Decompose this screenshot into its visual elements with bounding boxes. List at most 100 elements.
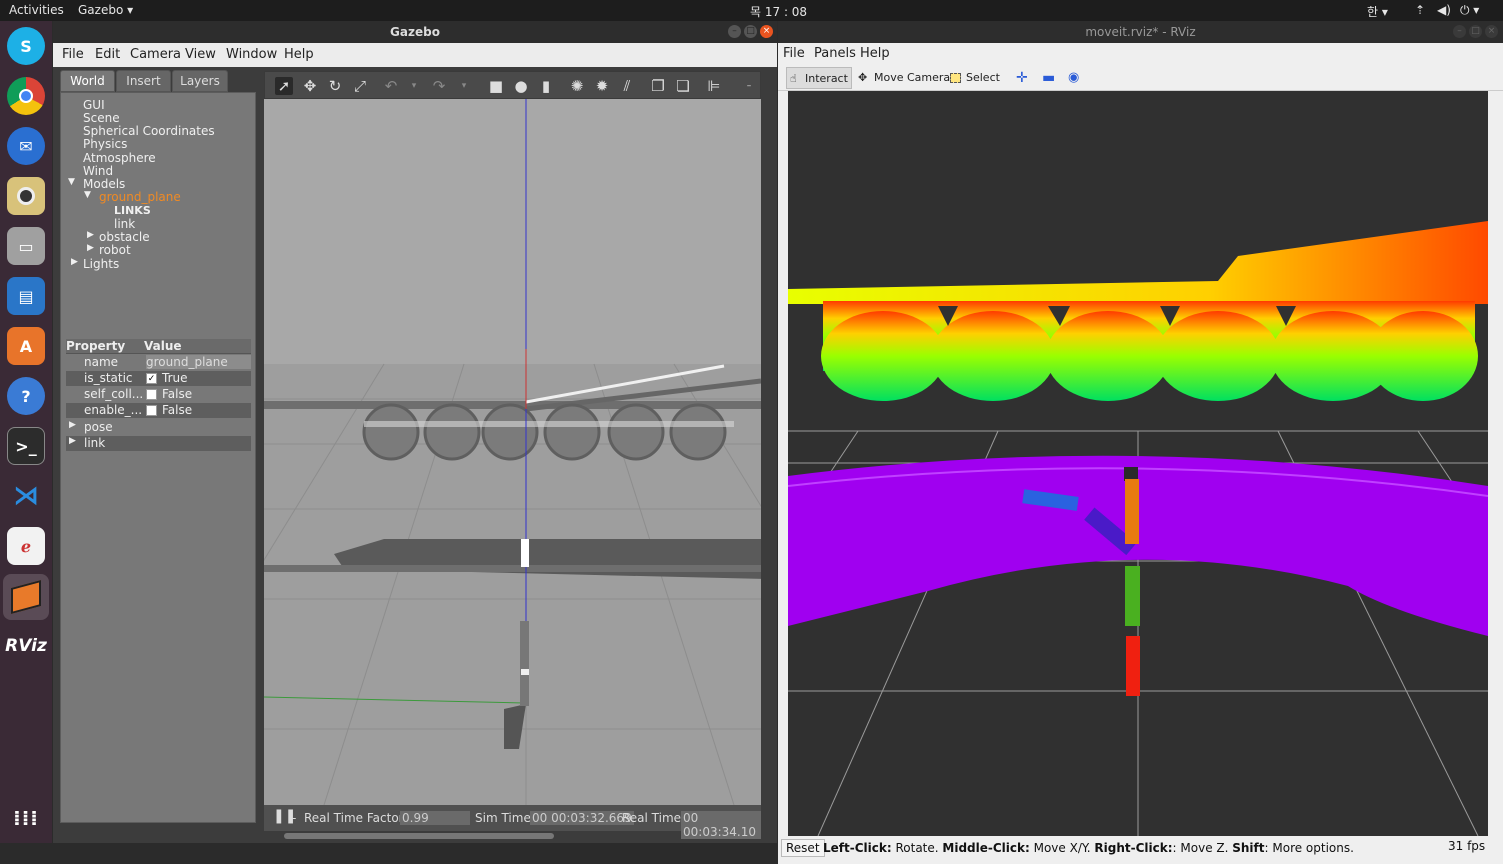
expand-arrow-icon[interactable]: ▼ <box>84 190 91 200</box>
rviz-icon[interactable]: RViz <box>5 627 47 665</box>
rotate-icon[interactable]: ↻ <box>326 77 344 95</box>
collapsed-arrow-icon[interactable]: ▶ <box>87 230 94 240</box>
redo-dropdown-icon[interactable]: ▾ <box>455 77 473 95</box>
expand-arrow-icon[interactable]: ▼ <box>68 177 75 187</box>
show-apps-icon[interactable]: ⁞⁞⁞ <box>7 799 45 837</box>
horizontal-scrollbar[interactable] <box>284 833 554 839</box>
tree-physics[interactable]: Physics <box>83 137 127 151</box>
cylinder-shape-icon[interactable]: ▮ <box>537 77 555 95</box>
undo-dropdown-icon[interactable]: ▾ <box>405 77 423 95</box>
menu-camera[interactable]: Camera <box>130 47 181 62</box>
property-row[interactable]: is_static ✓ True <box>66 371 251 386</box>
checkbox[interactable] <box>146 405 157 416</box>
files-icon[interactable]: ▭ <box>7 227 45 265</box>
property-row-pose[interactable]: ▶ pose <box>66 420 251 435</box>
directional-light-icon[interactable]: ⫽ <box>618 77 636 95</box>
tab-world[interactable]: World <box>60 70 115 92</box>
menu-window[interactable]: Window <box>226 47 277 62</box>
toolbar-more-icon[interactable]: – <box>740 77 758 95</box>
menu-edit[interactable]: Edit <box>95 47 120 62</box>
writer-icon[interactable]: ▤ <box>7 277 45 315</box>
input-method-indicator[interactable]: 한 ▾ <box>1367 3 1388 20</box>
clock[interactable]: 목 17 : 08 <box>750 3 807 20</box>
minimize-icon[interactable]: – <box>1453 25 1466 38</box>
tree-gui[interactable]: GUI <box>83 98 105 112</box>
app-menu[interactable]: Gazebo ▾ <box>78 3 133 17</box>
rhythmbox-icon[interactable] <box>7 177 45 215</box>
box-shape-icon[interactable]: ■ <box>487 77 505 95</box>
remove-tool-icon[interactable]: ▬ <box>1042 67 1055 89</box>
minimize-icon[interactable]: – <box>728 25 741 38</box>
step-icon[interactable]: ‐ <box>292 811 296 825</box>
text-editor-icon[interactable]: ℯ <box>7 527 45 565</box>
maximize-icon[interactable]: □ <box>1469 25 1482 38</box>
align-icon[interactable]: ⊫ <box>705 77 723 95</box>
terminal-icon[interactable]: >_ <box>7 427 45 465</box>
menu-view[interactable]: View <box>185 47 216 62</box>
tree-atmosphere[interactable]: Atmosphere <box>83 151 156 165</box>
activities-button[interactable]: Activities <box>9 3 64 17</box>
collapsed-arrow-icon[interactable]: ▶ <box>71 257 78 267</box>
property-key: self_coll... <box>84 387 144 401</box>
menu-file[interactable]: File <box>783 46 805 61</box>
scale-icon[interactable]: ⤢ <box>351 77 369 95</box>
menu-file[interactable]: File <box>62 47 84 62</box>
rviz-3d-viewport[interactable] <box>788 91 1488 836</box>
property-row[interactable]: name ground_plane <box>66 355 251 370</box>
property-row[interactable]: self_coll... False <box>66 387 251 402</box>
tree-obstacle[interactable]: obstacle <box>99 230 150 244</box>
skype-icon[interactable]: S <box>7 27 45 65</box>
copy-icon[interactable]: ❐ <box>649 77 667 95</box>
tree-ground-plane[interactable]: ground_plane <box>99 190 181 204</box>
tree-link[interactable]: link <box>114 217 135 231</box>
help-icon[interactable]: ? <box>7 377 45 415</box>
property-key: is_static <box>84 371 133 385</box>
menu-help[interactable]: Help <box>860 46 890 61</box>
gazebo-3d-viewport[interactable] <box>264 99 761 805</box>
thunderbird-icon[interactable]: ✉ <box>7 127 45 165</box>
network-icon[interactable]: ⇡ <box>1415 3 1425 17</box>
chrome-icon[interactable] <box>7 77 45 115</box>
tree-robot[interactable]: robot <box>99 243 131 257</box>
move-camera-tool[interactable]: ✥ Move Camera <box>856 67 950 89</box>
sphere-shape-icon[interactable]: ● <box>512 77 530 95</box>
tree-wind[interactable]: Wind <box>83 164 113 178</box>
property-row-link[interactable]: ▶ link <box>66 436 251 451</box>
power-icon[interactable]: ⏻ ▾ <box>1460 3 1479 18</box>
link-top-cap <box>1124 467 1138 481</box>
reset-button[interactable]: Reset <box>781 839 825 857</box>
tool-properties-icon[interactable]: ◉ <box>1068 67 1079 89</box>
gazebo-icon[interactable] <box>3 574 49 620</box>
undo-icon[interactable]: ↶ <box>382 77 400 95</box>
property-value: True <box>162 371 188 385</box>
point-light-icon[interactable]: ✺ <box>568 77 586 95</box>
tree-links-header: LINKS <box>114 204 151 217</box>
translate-icon[interactable]: ✥ <box>301 77 319 95</box>
maximize-icon[interactable]: □ <box>744 25 757 38</box>
select-mode-icon[interactable]: ➚ <box>275 77 293 95</box>
menu-panels[interactable]: Panels <box>814 46 856 61</box>
spot-light-icon[interactable]: ✹ <box>593 77 611 95</box>
tree-models[interactable]: Models <box>83 177 125 191</box>
close-icon[interactable]: × <box>760 25 773 38</box>
redo-icon[interactable]: ↷ <box>430 77 448 95</box>
close-icon[interactable]: × <box>1485 25 1498 38</box>
tree-scene[interactable]: Scene <box>83 111 120 125</box>
tree-spherical[interactable]: Spherical Coordinates <box>83 124 215 138</box>
property-row[interactable]: enable_... False <box>66 403 251 418</box>
checkbox[interactable] <box>146 389 157 400</box>
sim-time-label: Sim Time: <box>475 811 535 825</box>
vscode-icon[interactable]: ⋊ <box>7 477 45 515</box>
tab-layers[interactable]: Layers <box>172 70 228 92</box>
tab-insert[interactable]: Insert <box>116 70 171 92</box>
volume-icon[interactable]: ◀) <box>1437 3 1451 17</box>
select-tool[interactable]: Select <box>948 67 1000 89</box>
menu-help[interactable]: Help <box>284 47 314 62</box>
checkbox-checked[interactable]: ✓ <box>146 373 157 384</box>
interact-tool[interactable]: ☝ Interact <box>786 67 852 89</box>
add-tool-icon[interactable]: ✛ <box>1016 67 1028 89</box>
paste-icon[interactable]: ❏ <box>674 77 692 95</box>
software-center-icon[interactable]: A <box>7 327 45 365</box>
tree-lights[interactable]: Lights <box>83 257 119 271</box>
collapsed-arrow-icon[interactable]: ▶ <box>87 243 94 253</box>
